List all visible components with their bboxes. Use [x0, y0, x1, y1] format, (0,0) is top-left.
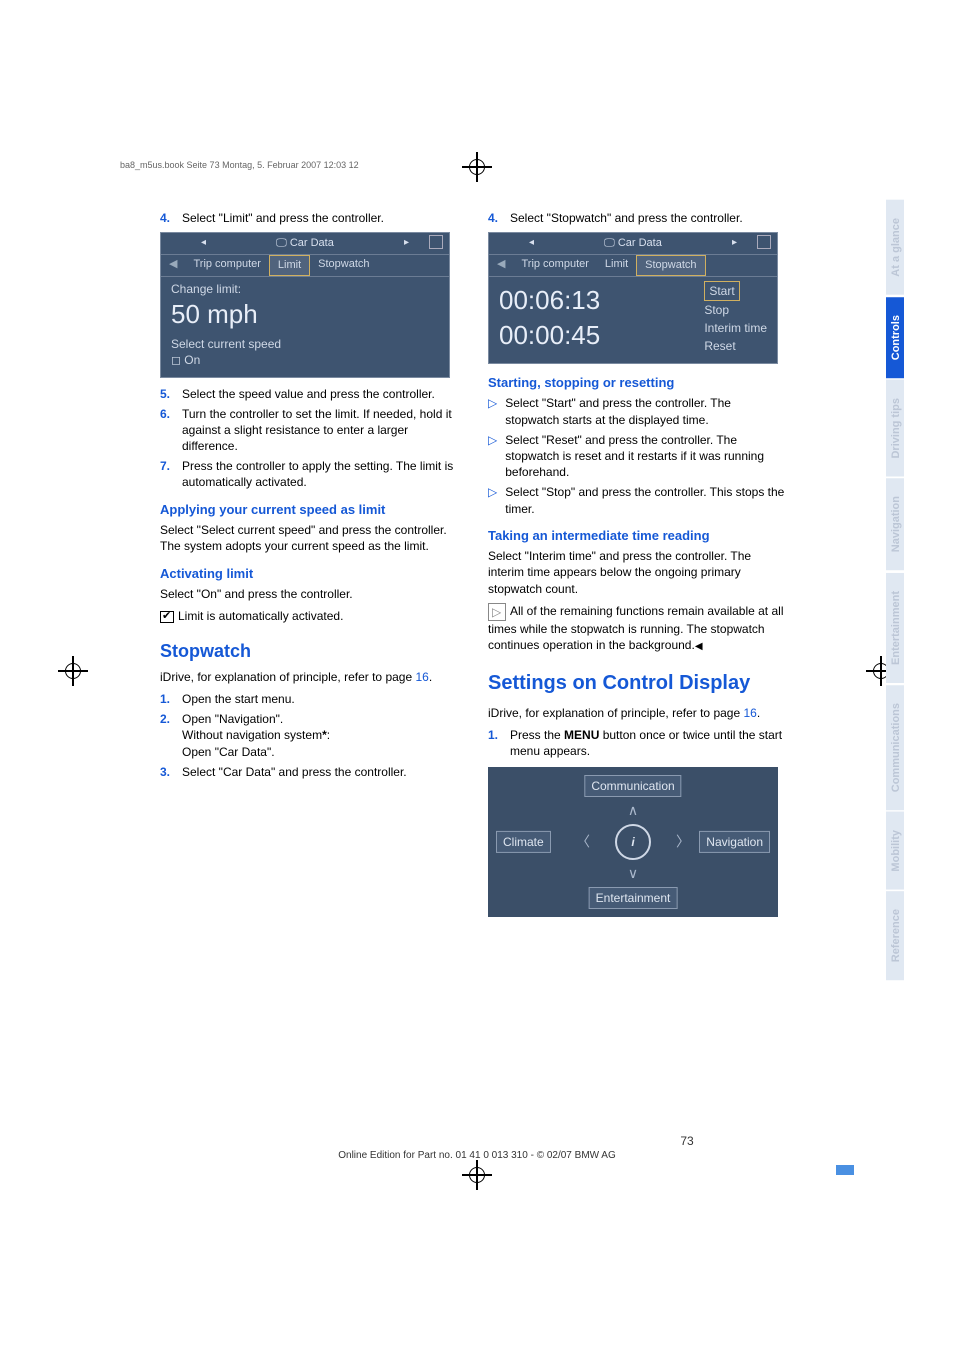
r-step4: Select "Stopwatch" and press the control…	[510, 210, 743, 226]
footer: 73 Online Edition for Part no. 01 41 0 0…	[0, 1134, 954, 1161]
l-step7: Press the controller to apply the settin…	[182, 458, 460, 490]
h-stopwatch: Stopwatch	[160, 639, 460, 663]
p-act1: Select "On" and press the controller.	[160, 586, 460, 602]
left-column: 4.Select "Limit" and press the controlle…	[160, 210, 460, 925]
p-interim: Select "Interim time" and press the cont…	[488, 548, 788, 597]
print-mark-bottom	[462, 1160, 492, 1190]
screenshot-limit: ◂ 🖵 Car Data ▸ ◀ Trip computer Limit Sto…	[160, 232, 450, 377]
p-act2: Limit is automatically activated.	[160, 608, 460, 624]
l-step4: Select "Limit" and press the controller.	[182, 210, 384, 226]
note-box: All of the remaining functions remain av…	[488, 603, 788, 654]
tab-mobility[interactable]: Mobility	[886, 812, 904, 890]
p-idrive-r: iDrive, for explanation of principle, re…	[488, 705, 788, 721]
l-step5: Select the speed value and press the con…	[182, 386, 435, 402]
l-step6: Turn the controller to set the limit. If…	[182, 406, 460, 455]
footer-text: Online Edition for Part no. 01 41 0 013 …	[338, 1150, 616, 1161]
tab-driving-tips[interactable]: Driving tips	[886, 380, 904, 477]
screenshot-stopwatch: ◂ 🖵 Car Data▸ ◀ Trip computer Limit Stop…	[488, 232, 778, 364]
tab-entertainment[interactable]: Entertainment	[886, 573, 904, 683]
tab-reference[interactable]: Reference	[886, 891, 904, 980]
h-interim: Taking an intermediate time reading	[488, 527, 788, 545]
page-content: 4.Select "Limit" and press the controlle…	[60, 150, 880, 1150]
note-icon	[488, 603, 506, 621]
footer-bar	[836, 1165, 854, 1175]
tab-navigation[interactable]: Navigation	[886, 478, 904, 570]
right-column: 4.Select "Stopwatch" and press the contr…	[488, 210, 788, 925]
tab-communications[interactable]: Communications	[886, 685, 904, 810]
h-starting: Starting, stopping or resetting	[488, 374, 788, 392]
h-activating: Activating limit	[160, 565, 460, 583]
tab-at-a-glance[interactable]: At a glance	[886, 200, 904, 295]
h-apply: Applying your current speed as limit	[160, 501, 460, 519]
section-tabs: At a glance Controls Driving tips Naviga…	[886, 200, 904, 981]
page-number: 73	[420, 1134, 954, 1148]
check-icon	[160, 611, 174, 623]
h-settings: Settings on Control Display	[488, 670, 788, 697]
tab-controls[interactable]: Controls	[886, 297, 904, 378]
p-apply: Select "Select current speed" and press …	[160, 522, 460, 554]
p-idrive-l: iDrive, for explanation of principle, re…	[160, 669, 460, 685]
screenshot-start-menu: Communication Entertainment Climate Navi…	[488, 767, 778, 917]
